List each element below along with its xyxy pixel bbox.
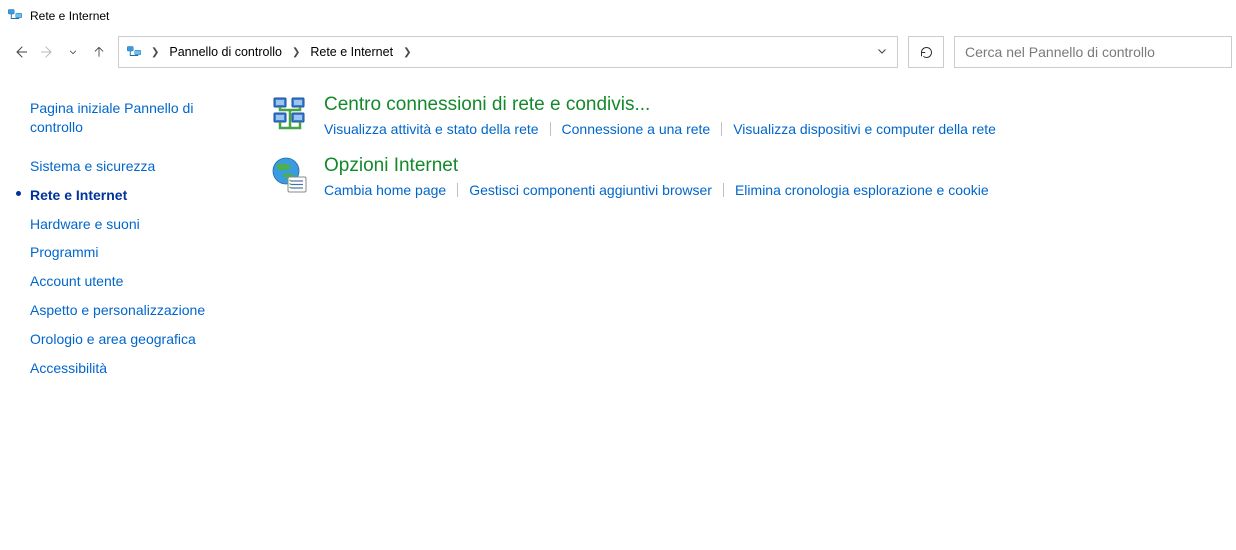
search-input[interactable] (955, 37, 1231, 67)
sidebar-item-system-security[interactable]: Sistema e sicurezza (30, 152, 240, 181)
forward-button[interactable] (36, 41, 58, 63)
breadcrumb-segment[interactable]: Pannello di controllo (167, 43, 284, 61)
recent-locations-button[interactable] (62, 41, 84, 63)
sidebar-item-network-internet[interactable]: Rete e Internet (30, 181, 240, 210)
category-body: Centro connessioni di rete e condivis...… (324, 94, 996, 137)
sidebar-item-clock-region[interactable]: Orologio e area geografica (30, 325, 240, 354)
sidebar-home-link[interactable]: Pagina iniziale Pannello di controllo (30, 94, 240, 142)
sidebar: Pagina iniziale Pannello di controllo Si… (0, 94, 250, 383)
sidebar-item-appearance[interactable]: Aspetto e personalizzazione (30, 296, 240, 325)
category-body: Opzioni Internet Cambia home page Gestis… (324, 155, 989, 198)
main-content: Centro connessioni di rete e condivis...… (250, 94, 1236, 383)
task-link[interactable]: Visualizza attività e stato della rete (324, 121, 539, 137)
chevron-right-icon[interactable]: ❯ (145, 47, 165, 58)
task-link[interactable]: Gestisci componenti aggiuntivi browser (469, 182, 712, 198)
network-icon (125, 42, 143, 63)
address-bar[interactable]: ❯ Pannello di controllo ❯ Rete e Interne… (118, 36, 898, 68)
category-internet-options: Opzioni Internet Cambia home page Gestis… (270, 155, 1216, 198)
task-separator (550, 122, 551, 136)
category-network-sharing: Centro connessioni di rete e condivis...… (270, 94, 1216, 137)
network-sharing-icon (270, 94, 310, 134)
window-title: Rete e Internet (30, 9, 109, 23)
task-link[interactable]: Connessione a una rete (562, 121, 711, 137)
network-icon (6, 5, 24, 26)
category-title-link[interactable]: Opzioni Internet (324, 155, 989, 178)
back-button[interactable] (10, 41, 32, 63)
up-button[interactable] (88, 41, 110, 63)
sidebar-item-hardware-sound[interactable]: Hardware e suoni (30, 210, 240, 239)
chevron-right-icon[interactable]: ❯ (286, 47, 306, 58)
task-link[interactable]: Cambia home page (324, 182, 446, 198)
task-separator (457, 183, 458, 197)
task-separator (721, 122, 722, 136)
internet-options-icon (270, 155, 310, 195)
search-box[interactable] (954, 36, 1232, 68)
category-tasks: Visualizza attività e stato della rete C… (324, 121, 996, 137)
refresh-button[interactable] (908, 36, 944, 68)
address-dropdown-button[interactable] (871, 45, 893, 60)
category-title-link[interactable]: Centro connessioni di rete e condivis... (324, 94, 996, 117)
task-link[interactable]: Visualizza dispositivi e computer della … (733, 121, 996, 137)
sidebar-item-accessibility[interactable]: Accessibilità (30, 354, 240, 383)
chevron-right-icon[interactable]: ❯ (397, 47, 417, 58)
sidebar-item-user-accounts[interactable]: Account utente (30, 267, 240, 296)
nav-toolbar: ❯ Pannello di controllo ❯ Rete e Interne… (0, 36, 1236, 74)
task-link[interactable]: Elimina cronologia esplorazione e cookie (735, 182, 989, 198)
breadcrumb-segment[interactable]: Rete e Internet (308, 43, 395, 61)
sidebar-item-programs[interactable]: Programmi (30, 238, 240, 267)
titlebar: Rete e Internet (0, 0, 1236, 36)
body-area: Pagina iniziale Pannello di controllo Si… (0, 74, 1236, 383)
task-separator (723, 183, 724, 197)
category-tasks: Cambia home page Gestisci componenti agg… (324, 182, 989, 198)
